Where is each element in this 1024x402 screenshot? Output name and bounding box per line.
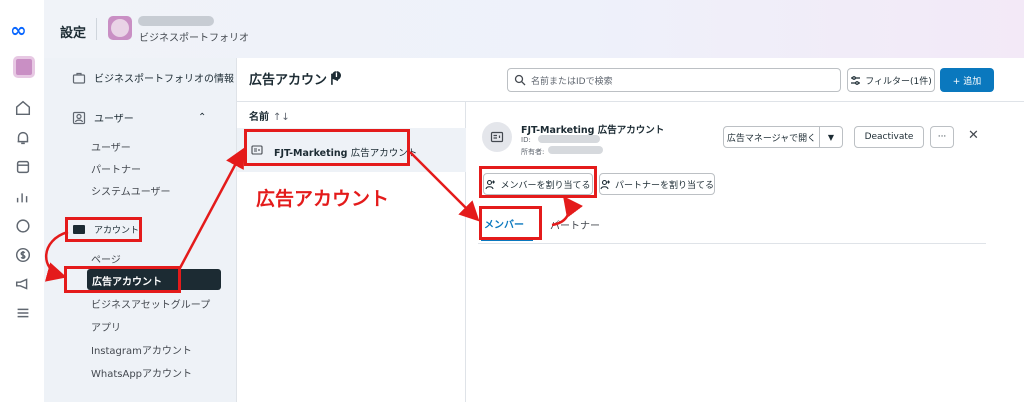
detail-owner-label: 所有者: bbox=[521, 148, 545, 156]
redacted-business-name bbox=[138, 16, 214, 26]
home-icon[interactable] bbox=[13, 98, 33, 118]
briefcase-icon bbox=[72, 71, 86, 85]
meta-logo-icon[interactable]: ∞ bbox=[10, 18, 27, 42]
menu-icon[interactable] bbox=[13, 303, 33, 323]
sliders-icon bbox=[851, 75, 861, 85]
sidebar-item-partners[interactable]: パートナー bbox=[91, 161, 141, 176]
ad-account-avatar-icon bbox=[482, 122, 512, 152]
highlight-assign-members bbox=[479, 166, 597, 198]
assign-partners-button[interactable]: パートナーを割り当てる bbox=[599, 173, 715, 195]
page-title: 設定 bbox=[60, 26, 87, 41]
chat-icon[interactable] bbox=[13, 216, 33, 236]
redacted-id bbox=[538, 135, 600, 143]
business-icon[interactable] bbox=[108, 16, 132, 40]
open-ads-manager-button[interactable]: 広告マネージャで開く bbox=[723, 126, 820, 148]
sidebar-item-instagram-accounts[interactable]: Instagramアカウント bbox=[91, 342, 192, 357]
sidebar-item-label: ビジネスポートフォリオの情報 bbox=[94, 74, 234, 85]
sort-icon[interactable]: ↑↓ bbox=[273, 112, 290, 123]
business-portfolio-label: ビジネスポートフォリオ bbox=[139, 33, 249, 44]
search-input[interactable]: 名前またはIDで検索 bbox=[507, 68, 841, 92]
header-bar: 設定 ビジネスポートフォリオ bbox=[44, 0, 1024, 58]
business-avatar[interactable] bbox=[13, 56, 35, 78]
more-options-button[interactable]: ··· bbox=[930, 126, 954, 148]
highlight-list-item bbox=[244, 129, 410, 166]
sidebar-item-business-asset-groups[interactable]: ビジネスアセットグループ bbox=[91, 296, 210, 311]
annotation-label: 広告アカウント bbox=[256, 188, 390, 210]
highlight-accounts-section bbox=[65, 217, 142, 242]
search-icon bbox=[514, 74, 526, 86]
highlight-ad-accounts-item bbox=[64, 266, 181, 293]
detail-id-label: ID: bbox=[521, 136, 531, 144]
sidebar-item-business-info[interactable]: ビジネスポートフォリオの情報 bbox=[72, 70, 234, 85]
left-rail: ∞ bbox=[0, 0, 44, 402]
chevron-down-icon[interactable]: ▼ bbox=[819, 126, 843, 148]
detail-panel: FJT-Marketing 広告アカウント ID: 所有者: 広告マネージャで開… bbox=[466, 102, 1024, 402]
filter-button[interactable]: フィルター(1件) bbox=[847, 68, 935, 92]
assign-partners-label: パートナーを割り当てる bbox=[614, 180, 714, 191]
sidebar-item-pages[interactable]: ページ bbox=[91, 251, 121, 266]
search-placeholder: 名前またはIDで検索 bbox=[531, 76, 613, 87]
tabs-divider bbox=[478, 243, 986, 244]
close-icon[interactable]: ✕ bbox=[968, 128, 979, 143]
filter-label: フィルター(1件) bbox=[865, 76, 932, 87]
info-icon[interactable]: i bbox=[332, 71, 341, 80]
users-icon bbox=[72, 111, 86, 125]
section-title: 広告アカウント bbox=[249, 73, 341, 88]
list-header-label: 名前 bbox=[249, 112, 269, 123]
sidebar-item-apps[interactable]: アプリ bbox=[91, 319, 121, 334]
add-person-icon bbox=[600, 179, 610, 189]
header-divider bbox=[96, 18, 97, 40]
main-panel: 広告アカウント i 名前またはIDで検索 フィルター(1件) + 追加 名前 ↑↓… bbox=[237, 58, 1024, 402]
chart-icon[interactable] bbox=[13, 187, 33, 207]
sidebar-section-users[interactable]: ユーザー bbox=[72, 110, 134, 125]
redacted-owner bbox=[548, 146, 603, 154]
deactivate-button[interactable]: Deactivate bbox=[854, 126, 924, 148]
sidebar-item-system-users[interactable]: システムユーザー bbox=[91, 183, 171, 198]
chevron-up-icon[interactable]: ⌃ bbox=[198, 112, 206, 123]
main-toolbar: 広告アカウント i 名前またはIDで検索 フィルター(1件) + 追加 bbox=[237, 58, 1024, 102]
pages-icon[interactable] bbox=[13, 157, 33, 177]
sidebar-item-whatsapp-accounts[interactable]: WhatsAppアカウント bbox=[91, 365, 192, 380]
highlight-members-tab bbox=[479, 206, 542, 240]
megaphone-icon[interactable] bbox=[13, 274, 33, 294]
tab-partners[interactable]: パートナー bbox=[550, 217, 600, 232]
detail-account-name: FJT-Marketing 広告アカウント bbox=[521, 125, 665, 136]
dollar-icon[interactable] bbox=[13, 245, 33, 265]
list-header-name[interactable]: 名前 ↑↓ bbox=[249, 108, 290, 123]
bell-icon[interactable] bbox=[13, 128, 33, 148]
add-button[interactable]: + 追加 bbox=[940, 68, 994, 92]
sidebar-section-label: ユーザー bbox=[94, 114, 134, 125]
sidebar-item-users[interactable]: ユーザー bbox=[91, 139, 131, 154]
